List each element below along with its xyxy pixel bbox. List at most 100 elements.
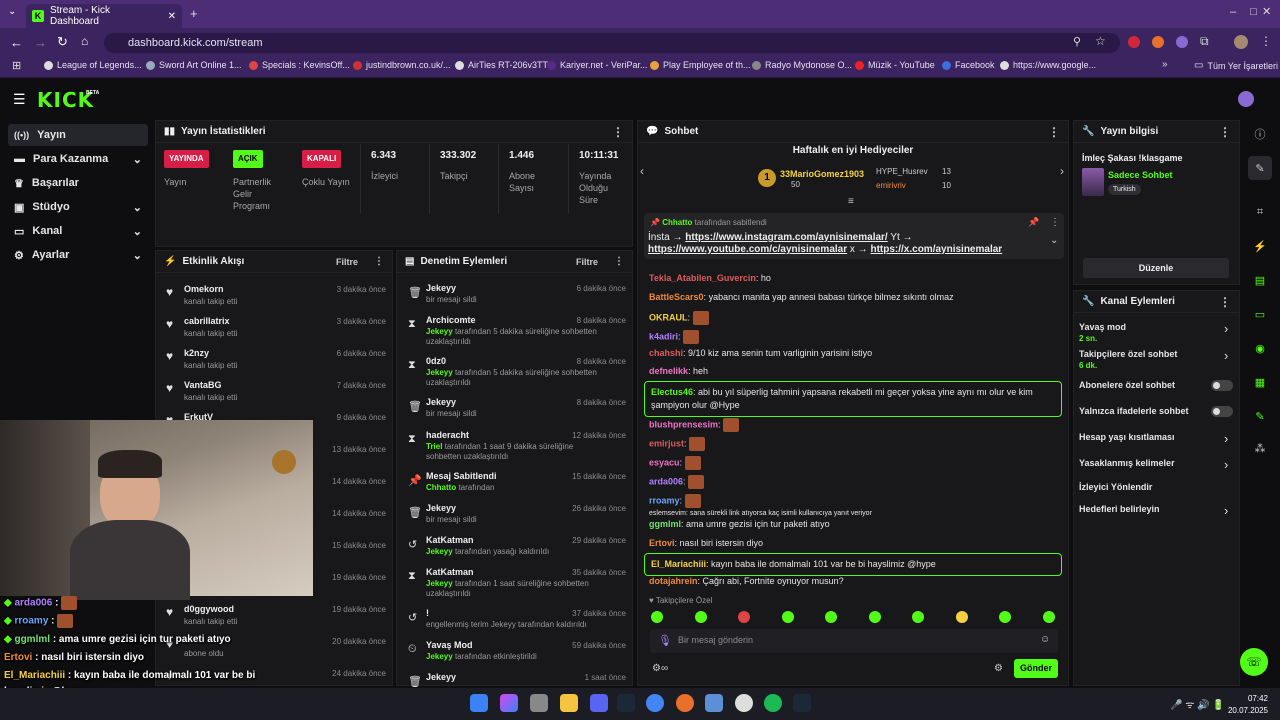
bookmark-item[interactable]: Radyo Mydonose O... <box>752 60 852 70</box>
bookmark-star-icon[interactable]: ☆ <box>1095 34 1106 48</box>
chat-message[interactable]: blushprensesim: <box>649 418 740 432</box>
chat-message[interactable]: ggmlml: ama umre gezisi için tur paketi … <box>649 519 830 529</box>
moderation-target[interactable]: Archicomte <box>426 315 476 325</box>
chat-input[interactable]: 🎙 Bir mesaj gönderin ☺ <box>650 629 1058 653</box>
moderation-row[interactable]: ⧗ KatKatman Jekeyy tarafından 1 saat sürel… <box>400 567 632 599</box>
browser-icon[interactable] <box>676 694 694 712</box>
chat-username[interactable]: chahshi <box>649 348 683 358</box>
gifter-name[interactable]: HYPE_Husrev <box>876 167 928 176</box>
more-options-icon[interactable]: ⋮ <box>1048 125 1060 139</box>
bookmark-item[interactable]: Müzik - YouTube <box>855 60 935 70</box>
more-options-icon[interactable]: ⋮ <box>1219 125 1231 139</box>
chat-message[interactable]: dotajahrein: Çağrı abi, Fortnite oynuyor… <box>649 576 844 586</box>
bookmark-item[interactable]: Sword Art Online 1... <box>146 60 242 70</box>
moderation-row[interactable]: 🗑 Jekeyy bir mesajı sildi 26 dakika önce <box>400 503 632 535</box>
extension-icon[interactable] <box>1176 36 1188 48</box>
category-link[interactable]: Sadece Sohbet <box>1108 170 1173 180</box>
bookmark-item[interactable]: Play Employee of th... <box>650 60 751 70</box>
file-explorer-icon[interactable] <box>560 694 578 712</box>
toggle-switch[interactable] <box>1211 380 1233 391</box>
moderation-target[interactable]: KatKatman <box>426 535 474 545</box>
chat-username[interactable]: Electus46 <box>651 387 693 397</box>
all-bookmarks-folder[interactable]: ▭ Tüm Yer İşaretleri <box>1194 60 1278 71</box>
channel-action-item[interactable]: Hesap yaşı kısıtlaması <box>1079 432 1235 442</box>
chat-username[interactable]: OKRAUL <box>649 312 688 322</box>
moderation-target[interactable]: ! <box>426 608 429 618</box>
info-icon[interactable]: ⓘ <box>1248 122 1272 146</box>
address-input[interactable]: dashboard.kick.com/stream <box>104 33 1120 53</box>
expand-icon[interactable]: ≡ <box>848 196 854 207</box>
channel-action-item[interactable]: Takipçilere özel sohbet 6 dk. <box>1079 349 1235 370</box>
channel-action-item[interactable]: Yavaş mod 2 sn. <box>1079 322 1235 343</box>
activity-row[interactable]: ♥ d0ggywood kanalı takip etti 19 dakika önc… <box>160 602 390 634</box>
bookmark-item[interactable]: Facebook <box>942 60 995 70</box>
emote-shortcut-icon[interactable] <box>912 611 924 623</box>
emote-shortcut-icon[interactable] <box>1042 611 1055 623</box>
emote-shortcut-icon[interactable] <box>651 611 663 623</box>
moderation-row[interactable]: ↺! engellenmiş terim Jekeyy tarafından ka… <box>400 608 632 640</box>
toggle-switch[interactable] <box>1211 406 1233 417</box>
chat-username[interactable]: BattleScars0 <box>649 292 704 302</box>
chat-message[interactable]: rroamy: <box>649 494 701 508</box>
moderation-target[interactable]: Mesaj Sabitlendi <box>426 471 497 481</box>
chat-username[interactable]: emirjust <box>649 438 684 448</box>
sidebar-item-studio[interactable]: ▣ Stüdyo ⌄ <box>8 196 148 218</box>
close-tab-icon[interactable]: ✕ <box>168 11 176 22</box>
emote-shortcut-icon[interactable] <box>868 611 881 623</box>
moderation-row[interactable]: ↺ KatKatman Jekeyy tarafından yasağı kaldı… <box>400 535 632 567</box>
discord-icon[interactable] <box>590 694 608 712</box>
zoom-icon[interactable]: ⚲ <box>1073 35 1081 48</box>
fullscreen-icon[interactable]: ⌗ <box>1248 200 1272 224</box>
pencil-icon[interactable]: ✎ <box>1248 156 1272 180</box>
moderation-target[interactable]: Yavaş Mod <box>426 640 473 650</box>
share-icon[interactable]: ⁂ <box>1248 436 1272 460</box>
emote-shortcut-icon[interactable] <box>999 611 1011 623</box>
bolt-icon[interactable]: ⚡ <box>1248 234 1272 258</box>
moderation-row[interactable]: 📌 Mesaj Sabitlendi Chhatto tarafından 15 da… <box>400 471 632 503</box>
emote-shortcut-icon[interactable] <box>825 611 837 623</box>
chat-username[interactable]: rroamy <box>649 495 680 505</box>
apps-grid-icon[interactable]: ⊞ <box>12 59 21 72</box>
gifters-prev-icon[interactable]: ‹ <box>640 164 644 178</box>
activity-row[interactable]: ♥ cabrillatrix kanalı takip etti 3 dakika ö… <box>160 314 390 346</box>
channel-action-item[interactable]: Yasaklanmış kelimeler <box>1079 458 1235 468</box>
chevron-right-icon[interactable]: › <box>1224 321 1228 336</box>
moderation-target[interactable]: haderacht <box>426 430 469 440</box>
moderation-row[interactable]: ⏲ Yavaş Mod Jekeyy tarafından etkinleştiri… <box>400 640 632 672</box>
chat-username[interactable]: k4adiri <box>649 331 678 341</box>
user-avatar[interactable] <box>1238 91 1254 107</box>
chat-username[interactable]: ggmlml <box>649 519 681 529</box>
chat-message[interactable]: eslemsevim: sana sürekli link atıyorsa k… <box>649 510 872 517</box>
app-icon[interactable] <box>735 694 753 712</box>
chat-message[interactable]: Tekla_Atabilen_Guvercin: ho <box>649 273 771 283</box>
more-options-icon[interactable]: ⋮ <box>614 256 624 267</box>
browser-menu-icon[interactable]: ⋮ <box>1260 34 1272 48</box>
extensions-puzzle-icon[interactable]: ⧉ <box>1200 34 1209 49</box>
windows-start-icon[interactable] <box>470 694 488 712</box>
tab-search-icon[interactable]: ⌄ <box>8 6 16 17</box>
chat-username[interactable]: dotajahrein <box>649 576 698 586</box>
sidebar-item-achievements[interactable]: ♛ Başarılar <box>8 172 148 194</box>
sidebar-item-channel[interactable]: ▭ Kanal ⌄ <box>8 220 148 242</box>
sidebar-item-monetization[interactable]: ▬ Para Kazanma ⌄ <box>8 148 148 170</box>
bookmark-item[interactable]: https://www.google... <box>1000 60 1096 70</box>
reload-icon[interactable]: ↻ <box>57 34 68 50</box>
emote-shortcut-icon[interactable] <box>955 611 968 623</box>
photos-icon[interactable] <box>705 694 723 712</box>
activity-row[interactable]: ♥ k2nzy kanalı takip etti 6 dakika önce <box>160 346 390 378</box>
edit-button[interactable]: Düzenle <box>1083 258 1229 278</box>
window-close-icon[interactable]: ✕ <box>1262 5 1271 18</box>
chat-message[interactable]: esyacu: <box>649 456 701 470</box>
steam-icon[interactable] <box>793 694 811 712</box>
chat-username[interactable]: El_Mariachiii <box>651 559 706 569</box>
moderation-target[interactable]: Jekeyy <box>426 503 456 513</box>
send-button[interactable]: Gönder <box>1014 659 1058 678</box>
moderation-target[interactable]: Jekeyy <box>426 672 456 682</box>
copilot-icon[interactable] <box>500 694 518 712</box>
home-icon[interactable]: ⌂ <box>81 34 88 48</box>
document-icon[interactable]: ▤ <box>1248 268 1272 292</box>
chevron-right-icon[interactable]: › <box>1224 457 1228 472</box>
moderation-row[interactable]: ⧗ 0dz0 Jekeyy tarafından 5 dakika süreliği… <box>400 356 632 388</box>
back-icon[interactable]: ← <box>10 35 23 50</box>
chat-message[interactable]: chahshi: 9/10 kiz ama senin tum varligin… <box>649 348 872 358</box>
